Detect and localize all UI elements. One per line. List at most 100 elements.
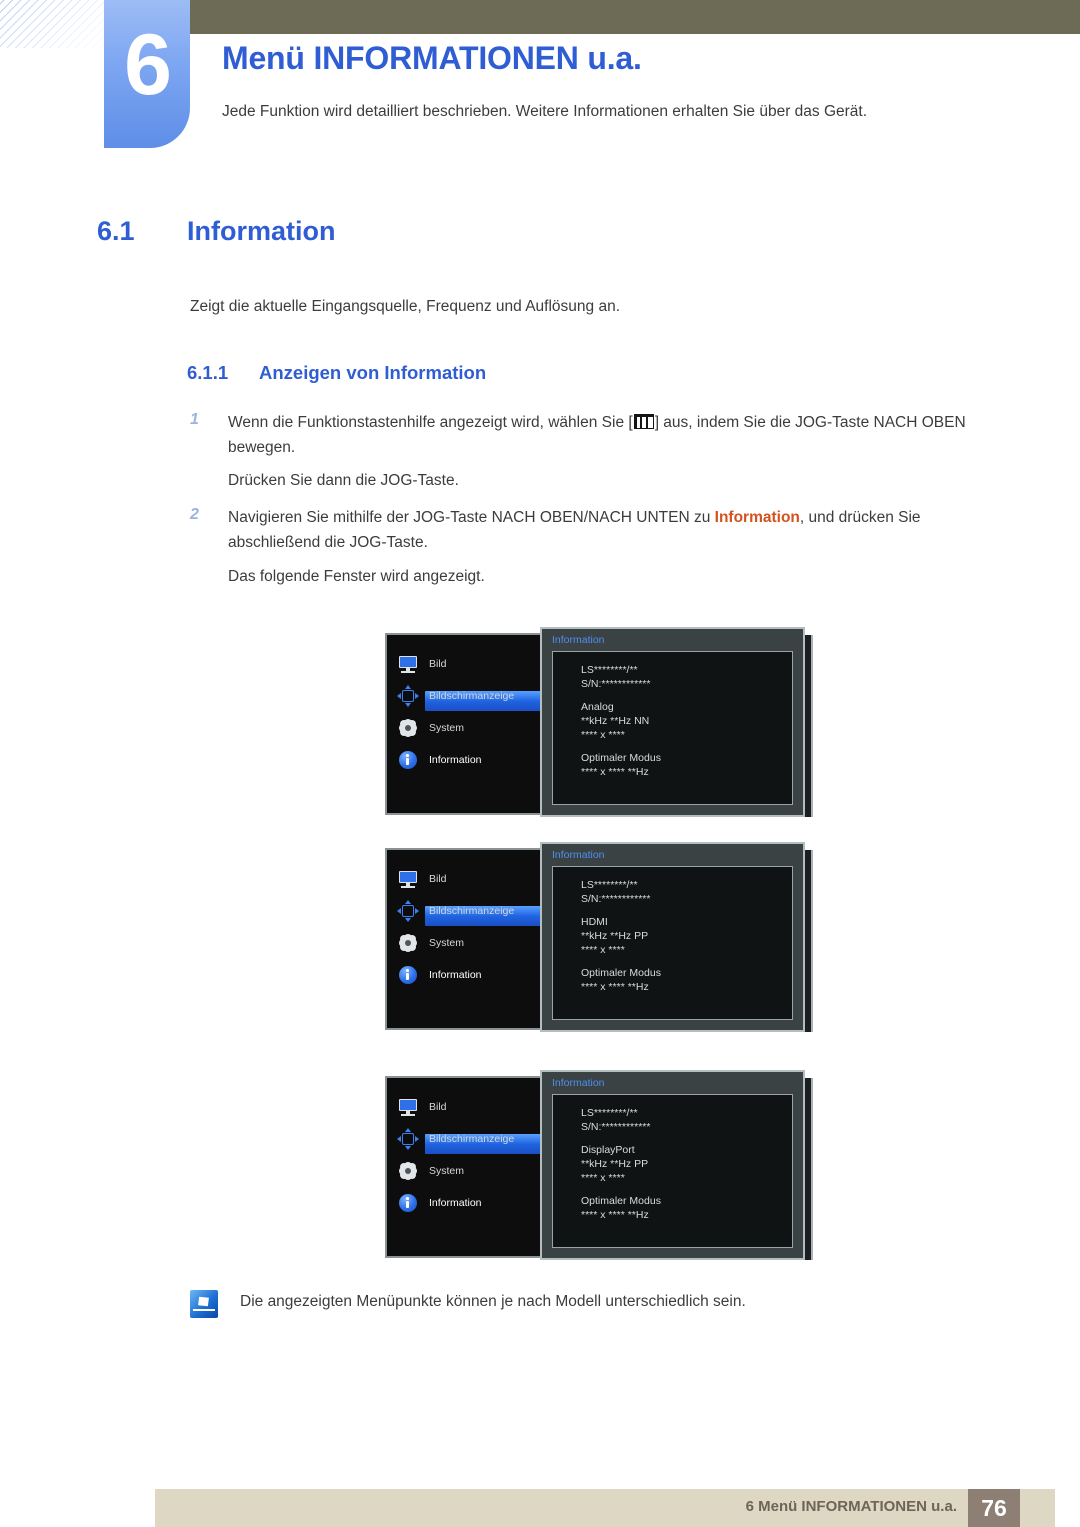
osd-content-pane: Information LS********/** S/N:**********… — [540, 842, 805, 1032]
osd-info-box: LS********/** S/N:************ HDMI **kH… — [552, 866, 793, 1020]
osd-item-information[interactable]: Information — [397, 963, 482, 987]
osd-resolution: **** x **** — [581, 943, 625, 956]
note-text: Die angezeigten Menüpunkte können je nac… — [240, 1293, 746, 1310]
osd-model: LS********/** — [581, 664, 638, 676]
step2-extra-text: Das folgende Fenster wird angezeigt. — [228, 567, 485, 585]
page-number: 76 — [968, 1489, 1020, 1527]
footer-title: 6 Menü INFORMATIONEN u.a. — [745, 1498, 957, 1515]
step2-highlight-information: Information — [714, 509, 800, 527]
osd-model: LS********/** — [581, 879, 638, 891]
osd-item-label: Bild — [429, 658, 447, 670]
osd-screenshot-displayport: Bild Bildschirmanzeige System Informatio… — [385, 1070, 815, 1260]
osd-serial: S/N:************ — [581, 677, 651, 690]
osd-item-label: Bild — [429, 1101, 447, 1113]
gear-icon — [397, 717, 419, 739]
osd-item-information[interactable]: Information — [397, 748, 482, 772]
osd-model: LS********/** — [581, 1107, 638, 1119]
section-title: Information — [187, 216, 336, 246]
osd-sidebar: Bild Bildschirmanzeige System Informatio… — [385, 848, 545, 1030]
note-pen-icon — [190, 1290, 218, 1318]
osd-pane-title: Information — [552, 634, 605, 646]
step2-text-before: Navigieren Sie mithilfe der JOG-Taste NA… — [228, 509, 715, 527]
step1-text-before: Wenn die Funktionstastenhilfe angezeigt … — [228, 414, 633, 431]
monitor-icon — [397, 868, 419, 890]
monitor-icon — [397, 1096, 419, 1118]
step-text: Wenn die Funktionstastenhilfe angezeigt … — [228, 410, 1005, 460]
section-lead-text: Zeigt die aktuelle Eingangsquelle, Frequ… — [190, 298, 620, 315]
osd-optimal-label: Optimaler Modus — [581, 1194, 661, 1207]
osd-item-label: System — [429, 937, 465, 949]
osd-item-bild[interactable]: Bild — [397, 867, 447, 891]
osd-optimal-label: Optimaler Modus — [581, 966, 661, 979]
osd-item-bild[interactable]: Bild — [397, 652, 447, 676]
osd-timing: **kHz **Hz PP — [581, 1157, 649, 1170]
osd-pane-title: Information — [552, 849, 605, 861]
osd-resolution: **** x **** — [581, 728, 625, 741]
osd-item-bild[interactable]: Bild — [397, 1095, 447, 1119]
list-item: 1 Wenn die Funktionstastenhilfe angezeig… — [190, 410, 1005, 460]
osd-screenshot-hdmi: Bild Bildschirmanzeige System Informatio… — [385, 842, 815, 1032]
osd-source: Analog — [581, 700, 614, 713]
osd-source: DisplayPort — [581, 1143, 635, 1156]
step1-extra-text: Drücken Sie dann die JOG-Taste. — [228, 472, 459, 490]
osd-item-label: Information — [429, 1197, 482, 1209]
osd-item-label: System — [429, 722, 465, 734]
osd-item-label: Information — [429, 969, 482, 981]
osd-item-bildschirmanzeige[interactable]: Bildschirmanzeige — [397, 1127, 514, 1151]
header-olive-bar — [190, 0, 1080, 34]
screen-adjust-icon — [397, 685, 419, 707]
step-number: 1 — [190, 411, 199, 428]
osd-timing: **kHz **Hz NN — [581, 714, 650, 727]
note-callout: Die angezeigten Menüpunkte können je nac… — [190, 1290, 746, 1318]
subsection-number: 6.1.1 — [187, 362, 229, 383]
osd-source: HDMI — [581, 915, 608, 928]
osd-item-system[interactable]: System — [397, 931, 464, 955]
osd-item-label: Bildschirmanzeige — [429, 905, 515, 917]
chapter-number-badge: 6 — [104, 0, 190, 148]
subsection-heading: 6.1.1 Anzeigen von Information — [187, 362, 486, 384]
screen-adjust-icon — [397, 1128, 419, 1150]
osd-info-box: LS********/** S/N:************ DisplayPo… — [552, 1094, 793, 1248]
chapter-title: Menü INFORMATIONEN u.a. — [222, 40, 642, 76]
menu-bars-icon — [633, 414, 654, 429]
osd-timing: **kHz **Hz PP — [581, 929, 649, 942]
osd-content-pane: Information LS********/** S/N:**********… — [540, 1070, 805, 1260]
step-text: Navigieren Sie mithilfe der JOG-Taste NA… — [228, 505, 1005, 555]
osd-item-label: Information — [429, 754, 482, 766]
section-heading: 6.1 Information — [97, 216, 336, 247]
osd-optimal-value: **** x **** **Hz — [581, 765, 649, 778]
info-icon — [397, 749, 419, 771]
osd-content-pane: Information LS********/** S/N:**********… — [540, 627, 805, 817]
osd-item-system[interactable]: System — [397, 1159, 464, 1183]
osd-optimal-value: **** x **** **Hz — [581, 980, 649, 993]
osd-item-information[interactable]: Information — [397, 1191, 482, 1215]
osd-info-box: LS********/** S/N:************ Analog **… — [552, 651, 793, 805]
osd-item-system[interactable]: System — [397, 716, 464, 740]
osd-sidebar: Bild Bildschirmanzeige System Informatio… — [385, 633, 545, 815]
monitor-icon — [397, 653, 419, 675]
decorative-hatch-pattern — [0, 0, 118, 48]
osd-item-label: Bildschirmanzeige — [429, 690, 515, 702]
osd-item-bildschirmanzeige[interactable]: Bildschirmanzeige — [397, 684, 514, 708]
osd-pane-title: Information — [552, 1077, 605, 1089]
gear-icon — [397, 1160, 419, 1182]
osd-item-label: Bild — [429, 873, 447, 885]
info-icon — [397, 1192, 419, 1214]
osd-screenshot-analog: Bild Bildschirmanzeige System Informatio… — [385, 627, 815, 817]
osd-item-bildschirmanzeige[interactable]: Bildschirmanzeige — [397, 899, 514, 923]
chapter-subtitle: Jede Funktion wird detailliert beschrieb… — [222, 103, 868, 120]
section-number: 6.1 — [97, 216, 135, 246]
screen-adjust-icon — [397, 900, 419, 922]
osd-serial: S/N:************ — [581, 1120, 651, 1133]
procedure-steps: 1 Wenn die Funktionstastenhilfe angezeig… — [190, 410, 1005, 601]
osd-sidebar: Bild Bildschirmanzeige System Informatio… — [385, 1076, 545, 1258]
step-number: 2 — [190, 506, 199, 524]
osd-optimal-value: **** x **** **Hz — [581, 1208, 649, 1221]
osd-optimal-label: Optimaler Modus — [581, 751, 661, 764]
osd-item-label: System — [429, 1165, 465, 1177]
document-page: 6 Menü INFORMATIONEN u.a. Jede Funktion … — [0, 0, 1080, 1527]
subsection-title: Anzeigen von Information — [259, 362, 487, 383]
osd-resolution: **** x **** — [581, 1171, 625, 1184]
list-item: 2 Navigieren Sie mithilfe der JOG-Taste … — [190, 505, 1005, 555]
osd-item-label: Bildschirmanzeige — [429, 1133, 515, 1145]
